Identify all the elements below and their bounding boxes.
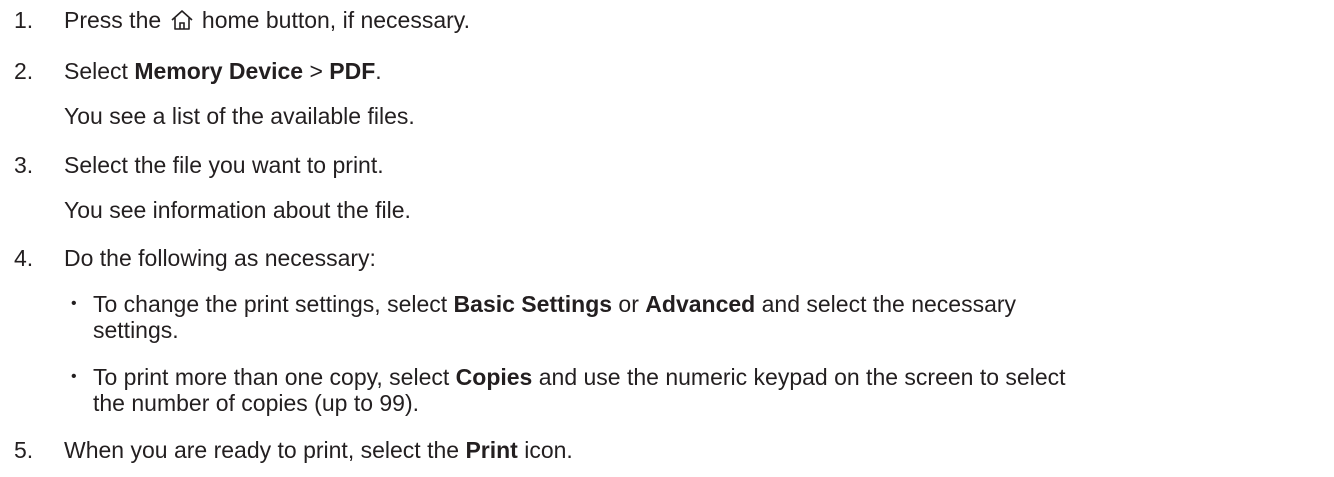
- menu-pdf: PDF: [329, 58, 376, 84]
- step-text: Select the file you want to print.: [64, 152, 384, 178]
- bullet-text: To change the print settings, select Bas…: [93, 291, 1017, 317]
- step-number: 4.: [14, 245, 34, 271]
- home-icon: [171, 10, 193, 30]
- step-text: Press the home button, if necessary.: [64, 7, 470, 33]
- menu-copies: Copies: [455, 364, 533, 390]
- step-number: 2.: [14, 58, 34, 84]
- instruction-document: 1. Press the home button, if necessary. …: [14, 7, 1066, 463]
- menu-print: Print: [465, 437, 518, 463]
- bullet-marker: •: [71, 368, 77, 385]
- step-number: 3.: [14, 152, 34, 178]
- menu-advanced: Advanced: [645, 291, 756, 317]
- bullet-text: To print more than one copy, select Copi…: [93, 364, 1066, 390]
- step-text: When you are ready to print, select the …: [64, 437, 573, 463]
- menu-basic-settings: Basic Settings: [453, 291, 613, 317]
- step-text: Select Memory Device > PDF.: [64, 58, 382, 84]
- step-text: Do the following as necessary:: [64, 245, 376, 271]
- step-number: 5.: [14, 437, 34, 463]
- menu-memory-device: Memory Device: [134, 58, 304, 84]
- bullet-marker: •: [71, 295, 77, 312]
- step-number: 1.: [14, 7, 34, 33]
